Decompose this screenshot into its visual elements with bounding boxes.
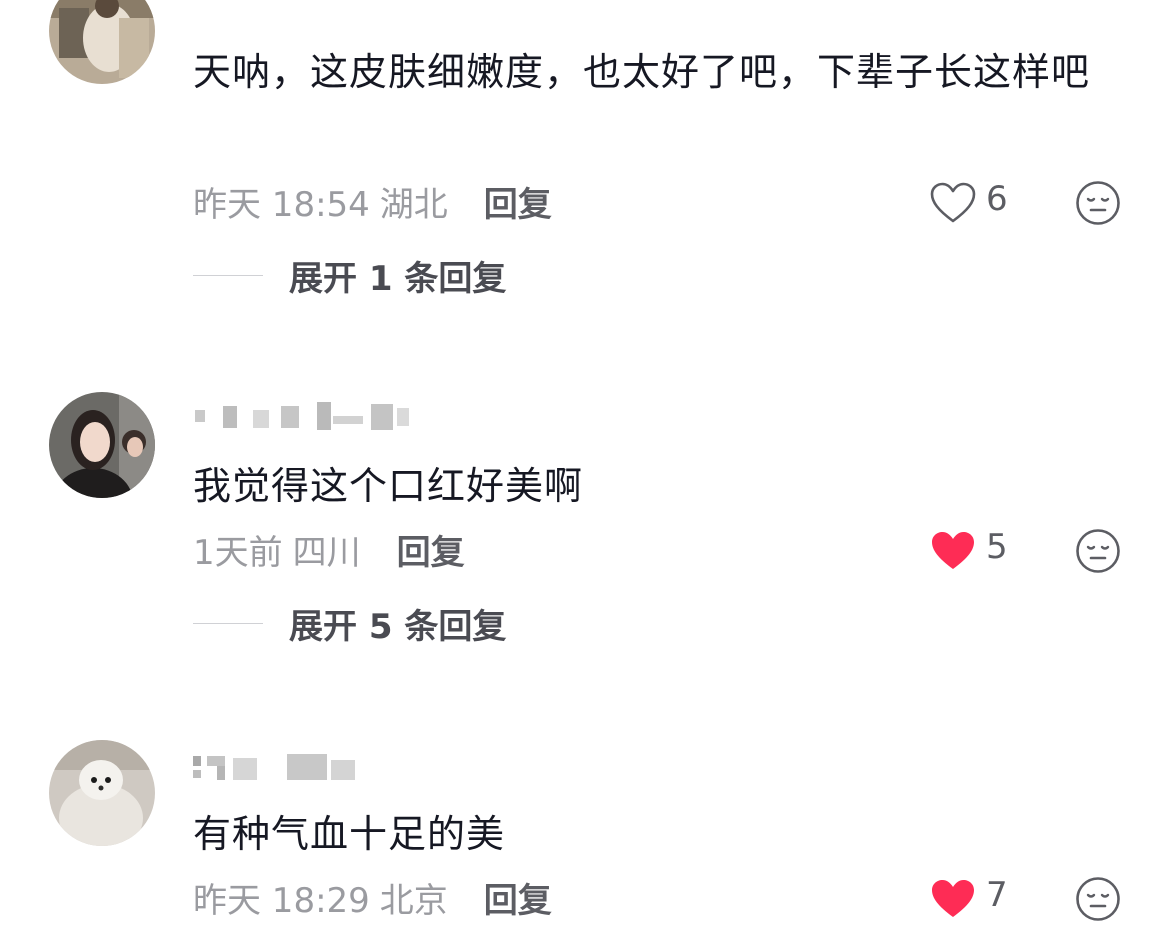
divider-line bbox=[193, 622, 263, 624]
heart-filled-icon bbox=[932, 880, 974, 917]
avatar[interactable] bbox=[49, 392, 155, 498]
comment-time: 昨天 18:54 bbox=[193, 184, 370, 225]
avatar-image bbox=[49, 740, 155, 846]
username-redacted[interactable] bbox=[193, 396, 423, 436]
neutral-face-icon bbox=[1076, 529, 1120, 573]
dislike-button[interactable] bbox=[1075, 180, 1121, 226]
divider-line bbox=[193, 274, 263, 276]
comment-location: 北京 bbox=[379, 880, 448, 921]
reply-button[interactable]: 回复 bbox=[484, 177, 552, 226]
dislike-button[interactable] bbox=[1075, 876, 1121, 922]
redacted-name-image bbox=[195, 402, 409, 430]
like-button[interactable]: 7 bbox=[930, 874, 1008, 924]
neutral-face-icon bbox=[1076, 877, 1120, 921]
expand-replies-button[interactable]: 展开 5 条回复 bbox=[193, 598, 506, 648]
avatar-image bbox=[49, 0, 155, 84]
heart-filled-icon bbox=[932, 532, 974, 569]
username-redacted[interactable] bbox=[193, 746, 383, 786]
reply-button[interactable]: 回复 bbox=[397, 525, 465, 574]
comment-text: 有种气血十足的美 bbox=[193, 812, 506, 856]
avatar-image bbox=[49, 392, 155, 498]
avatar[interactable] bbox=[49, 0, 155, 84]
like-button[interactable]: 6 bbox=[930, 178, 1008, 228]
comment-location: 四川 bbox=[292, 532, 361, 573]
comment-time: 昨天 18:29 bbox=[193, 880, 370, 921]
comment-location: 湖北 bbox=[379, 184, 448, 225]
like-button[interactable]: 5 bbox=[930, 526, 1008, 576]
reply-button[interactable]: 回复 bbox=[484, 873, 552, 922]
comment-meta: 昨天 18:29 北京 回复 bbox=[193, 872, 552, 922]
neutral-face-icon bbox=[1076, 181, 1120, 225]
like-count: 7 bbox=[986, 875, 1008, 915]
expand-replies-label: 展开 5 条回复 bbox=[289, 606, 507, 647]
comment-meta: 昨天 18:54 湖北 回复 bbox=[193, 176, 552, 226]
dislike-button[interactable] bbox=[1075, 528, 1121, 574]
comment-meta: 1天前 四川 回复 bbox=[193, 524, 465, 574]
avatar[interactable] bbox=[49, 740, 155, 846]
comment-text: 我觉得这个口红好美啊 bbox=[193, 464, 584, 508]
comment-time: 1天前 bbox=[193, 532, 283, 573]
expand-replies-label: 展开 1 条回复 bbox=[289, 258, 507, 299]
like-count: 5 bbox=[986, 527, 1008, 567]
like-count: 6 bbox=[986, 179, 1008, 219]
heart-outline-icon bbox=[930, 182, 976, 223]
comment-text: 天呐，这皮肤细嫩度，也太好了吧，下辈子长这样吧 bbox=[193, 50, 1091, 94]
redacted-name-image bbox=[193, 754, 355, 780]
expand-replies-button[interactable]: 展开 1 条回复 bbox=[193, 250, 506, 300]
